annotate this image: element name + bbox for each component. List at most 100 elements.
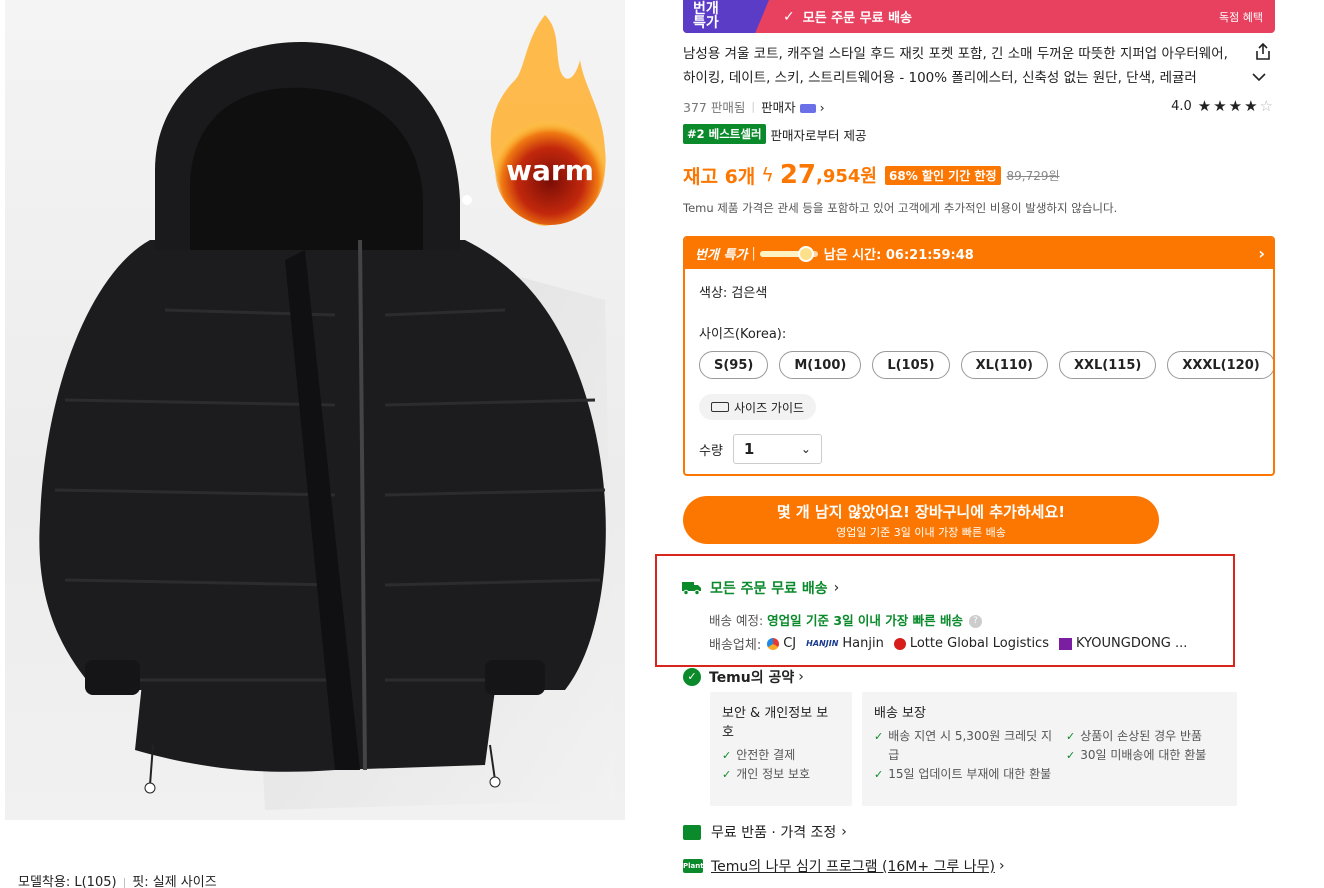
carrier-list: 배송업체: CJ HANJIN Hanjin Lotte Global Logi… (709, 634, 1187, 653)
shipping-eta-value: 영업일 기준 3일 이내 가장 빠른 배송 (767, 613, 963, 628)
check-icon: ✓ (1066, 730, 1076, 743)
shipping-title-text: 모든 주문 무료 배송 (710, 581, 828, 597)
free-return-label: 무료 반품 · 가격 조정 (711, 825, 837, 841)
size-option-m[interactable]: M(100) (779, 351, 862, 379)
discount-badge: 68% 할인 기간 한정 (885, 165, 1001, 185)
security-promise-card: 보안 & 개인정보 보호 ✓ 안전한 결제 ✓ 개인 정보 보호 (710, 692, 852, 806)
delivery-promise-card: 배송 보장 ✓ 배송 지연 시 5,300원 크레딧 지급 ✓ 15일 업데이트 부… (862, 692, 1237, 806)
security-header: 보안 & 개인정보 보호 (722, 706, 829, 740)
bestseller-source: 판매자로부터 제공 (770, 127, 867, 143)
seller-link[interactable]: 판매자 › (761, 97, 825, 116)
price-rest: ,954원 (816, 166, 877, 187)
product-image[interactable]: warm (5, 0, 625, 820)
size-option-xxl[interactable]: XXL(115) (1058, 351, 1157, 379)
delivery-item: ✓ 배송 지연 시 5,300원 크레딧 지급 (874, 727, 1054, 765)
shield-check-icon: ✓ (683, 668, 701, 686)
check-icon: ✓ (722, 768, 732, 781)
stock-count: 재고 6개 (683, 165, 756, 188)
carrier-hanjin: Hanjin (842, 636, 884, 651)
bestseller-badge: #2 베스트셀러 (683, 124, 766, 144)
star-rating-icon: ★★★★☆ (1197, 97, 1275, 115)
size-option-s[interactable]: S(95) (699, 351, 769, 379)
ruler-icon (711, 402, 729, 412)
warm-fire-badge (490, 15, 606, 226)
size-options: S(95) M(100) L(105) XL(110) XXL(115) XXX… (699, 351, 1273, 379)
check-icon: ✓ (1066, 749, 1076, 762)
product-title-row: 남성용 겨울 코트, 캐주얼 스타일 후드 재킷 포켓 포함, 긴 소매 두꺼운… (683, 42, 1275, 90)
free-return-link[interactable]: 무료 반품 · 가격 조정 › (683, 822, 847, 842)
share-icon[interactable] (1253, 42, 1273, 62)
price-main: 27 (779, 160, 817, 190)
size-guide-label: 사이즈 가이드 (734, 400, 805, 415)
size-option-xxxl[interactable]: XXXL(120) (1167, 351, 1273, 379)
rating[interactable]: 4.0 ★★★★☆ (1171, 97, 1275, 115)
shipping-title[interactable]: 모든 주문 무료 배송 › (682, 578, 839, 598)
sold-count: 377 판매됨 (683, 99, 746, 115)
check-icon: ✓ (874, 768, 884, 781)
quantity-label: 수량 (699, 443, 723, 459)
jacket-illustration: warm (39, 15, 615, 810)
fit-text: 핏: 실제 사이즈 (132, 875, 217, 888)
tax-note: Temu 제품 가격은 관세 등을 포함하고 있어 고객에게 추가적인 비용이 … (683, 201, 1118, 215)
lightning-deal-box: 번개 특가 | 남은 시간: 06:21:59:48 › 색상: 검은색 사이즈… (683, 236, 1275, 476)
quantity-value: 1 (743, 440, 755, 458)
delivery-item: ✓ 15일 업데이트 부재에 대한 환불 (874, 765, 1054, 784)
carrier-lotte: Lotte Global Logistics (909, 636, 1049, 651)
chevron-down-icon: ⌄ (800, 442, 811, 456)
delivery-item: ✓ 30일 미배송에 대한 환불 (1066, 746, 1206, 765)
chevron-right-icon: › (833, 580, 840, 596)
add-to-cart-label: 몇 개 남지 않았어요! 장바구니에 추가하세요! (776, 502, 1066, 521)
countdown-timer: 남은 시간: 06:21:59:48 (823, 248, 974, 263)
plant-icon: Plant (683, 859, 704, 873)
timer-progress-icon (759, 245, 818, 262)
delivery-item: ✓ 상품이 손상된 경우 반품 (1066, 727, 1206, 746)
shipping-info-box: 모든 주문 무료 배송 › 배송 예정: 영업일 기준 3일 이내 가장 빠른 … (655, 554, 1235, 667)
original-price: 89,729원 (1006, 168, 1060, 183)
deal-header[interactable]: 번개 특가 | 남은 시간: 06:21:59:48 › (685, 238, 1273, 269)
help-icon[interactable]: ? (968, 615, 982, 628)
banner-free-shipping: 모든 주문 무료 배송 (802, 11, 912, 26)
model-size-text: 모델착용: L(105) (18, 875, 117, 888)
security-item: ✓ 안전한 결제 (722, 746, 840, 765)
cj-logo-icon (767, 637, 780, 650)
temu-promise-title[interactable]: ✓ Temu의 공약 › (683, 667, 804, 687)
bestseller-row: #2 베스트셀러 판매자로부터 제공 (683, 124, 867, 144)
product-title: 남성용 겨울 코트, 캐주얼 스타일 후드 재킷 포켓 포함, 긴 소매 두꺼운… (683, 46, 1228, 86)
product-meta-row: 377 판매됨 | 판매자 › 4.0 ★★★★☆ (683, 97, 1275, 116)
chevron-right-icon: › (841, 824, 847, 840)
carrier-cj: CJ (783, 636, 797, 651)
size-option-l[interactable]: L(105) (872, 351, 950, 379)
seller-logo-icon (799, 103, 816, 113)
lightning-badge: 번개 특가 (683, 0, 769, 33)
size-option-xl[interactable]: XL(110) (960, 351, 1048, 379)
check-icon: ✓ (874, 730, 884, 743)
size-guide-button[interactable]: 사이즈 가이드 (699, 394, 817, 420)
quantity-select[interactable]: 1 ⌄ (732, 434, 822, 464)
warm-label: warm (506, 154, 594, 187)
tree-program-link[interactable]: Plant Temu의 나무 심기 프로그램 (16M+ 그루 나무) › (683, 856, 1005, 876)
add-to-cart-button[interactable]: 몇 개 남지 않았어요! 장바구니에 추가하세요! 영업일 기준 3일 이내 가… (683, 496, 1159, 544)
check-icon: ✓ (722, 749, 732, 762)
carrier-label: 배송업체: (709, 638, 762, 653)
chevron-down-icon[interactable] (1251, 69, 1267, 85)
chevron-right-icon[interactable]: › (1258, 244, 1265, 263)
size-label: 사이즈(Korea): (699, 327, 787, 342)
kyoungdong-logo-icon (1058, 637, 1072, 650)
tree-program-label: Temu의 나무 심기 프로그램 (16M+ 그루 나무) (711, 859, 995, 875)
carrier-kyoungdong: KYOUNGDONG ... (1075, 636, 1188, 651)
add-to-cart-sublabel: 영업일 기준 3일 이내 가장 빠른 배송 (836, 525, 1006, 539)
security-item: ✓ 개인 정보 보호 (722, 765, 840, 784)
return-box-icon (683, 824, 701, 840)
delivery-header: 배송 보장 (874, 706, 926, 721)
lightning-deal-banner[interactable]: 번개 특가 ✓ 모든 주문 무료 배송 독점 혜택 (683, 0, 1275, 33)
check-icon: ✓ (783, 8, 795, 25)
temu-promise-label: Temu의 공약 (709, 670, 795, 686)
selected-color: 색상: 검은색 (699, 286, 768, 301)
model-caption: 모델착용: L(105) | 핏: 실제 사이즈 (18, 875, 217, 888)
chevron-right-icon: › (798, 669, 804, 685)
truck-icon (682, 582, 701, 595)
lotte-logo-icon (893, 637, 906, 650)
deal-label: 번개 특가 (695, 248, 748, 263)
lightning-icon: ϟ (761, 164, 774, 186)
shipping-eta: 배송 예정: 영업일 기준 3일 이내 가장 빠른 배송 ? (709, 610, 982, 629)
